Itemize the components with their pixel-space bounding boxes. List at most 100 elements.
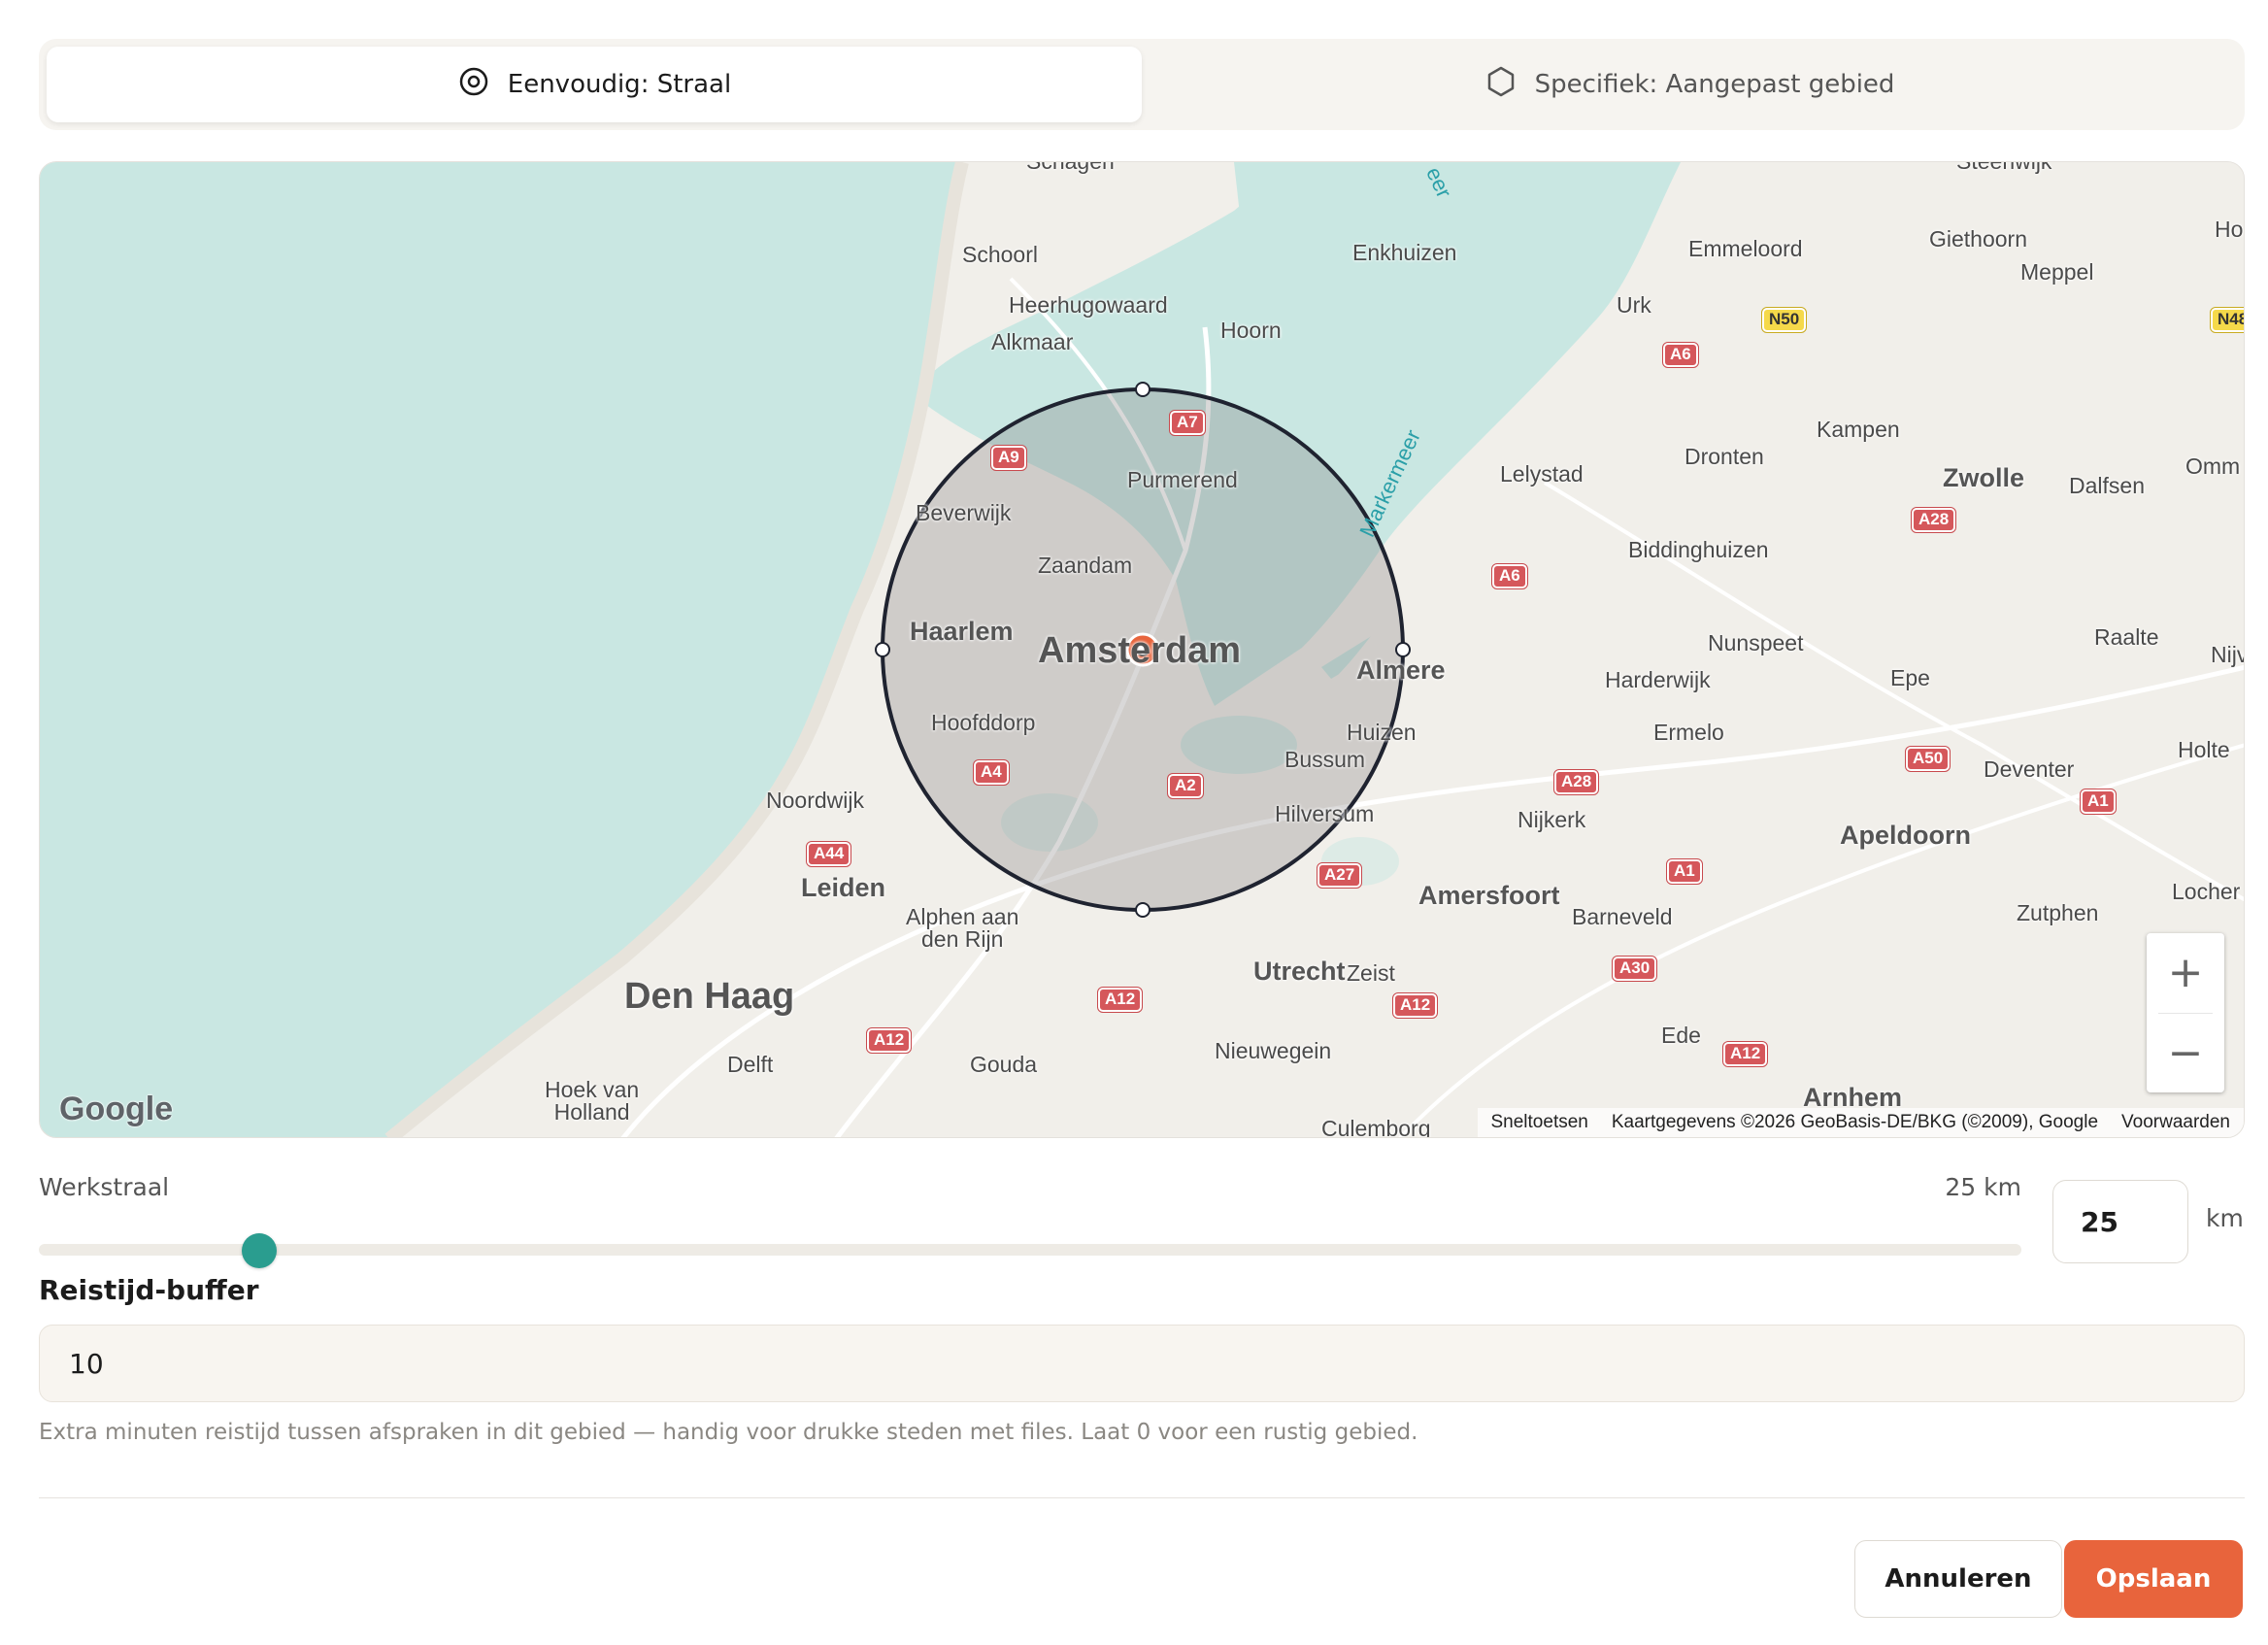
radius-resize-handle[interactable] (875, 642, 890, 657)
place-label: Beverwijk (916, 500, 1012, 525)
place-label: Utrecht (1253, 957, 1346, 986)
place-label: Ede (1661, 1023, 1701, 1048)
place-label: Apeldoorn (1840, 821, 1971, 850)
place-label: Omm (2185, 453, 2241, 479)
place-label: Bussum (1284, 747, 1366, 772)
place-label: Nijv (2211, 642, 2245, 667)
road-shield: A28 (1552, 769, 1600, 795)
road-shield: A50 (1904, 746, 1951, 772)
place-label: Alphen aan den Rijn (906, 904, 1019, 952)
place-label: Zutphen (2017, 900, 2099, 925)
road-shield: A44 (805, 841, 852, 867)
map-attribution: Sneltoetsen Kaartgegevens ©2026 GeoBasis… (1477, 1108, 2244, 1137)
place-label: Nunspeet (1708, 630, 1804, 655)
radius-resize-handle[interactable] (1395, 642, 1411, 657)
place-label: Dronten (1684, 444, 1764, 469)
place-label: Meppel (2020, 259, 2094, 285)
road-shield: A7 (1169, 410, 1206, 436)
place-label: Zaandam (1038, 553, 1133, 578)
service-area-editor: Eenvoudig: Straal Specifiek: Aangepast g… (0, 0, 2268, 1645)
map[interactable]: Schagen Steenwijk Schoorl Enkhuizen Emme… (39, 161, 2245, 1138)
radius-unit: km (2206, 1204, 2244, 1232)
radius-input[interactable]: 25 (2052, 1180, 2188, 1263)
place-label: Leiden (801, 873, 886, 902)
radius-display: 25 km (1945, 1173, 2021, 1201)
road-shield: N50 (1760, 307, 1808, 333)
place-label: Ho (2215, 217, 2244, 242)
road-shield: N48 (2209, 307, 2244, 333)
map-data-attribution: Kaartgegevens ©2026 GeoBasis-DE/BKG (©20… (1611, 1112, 2099, 1132)
radius-resize-handle[interactable] (1135, 382, 1151, 397)
place-label: Den Haag (624, 976, 795, 1017)
place-label: Zeist (1347, 960, 1395, 986)
place-label: Ermelo (1653, 720, 1724, 745)
place-label: Zwolle (1943, 463, 2025, 492)
place-label: Urk (1617, 292, 1651, 318)
place-label: Deventer (1984, 756, 2075, 782)
road-shield: A4 (973, 759, 1010, 786)
place-label: Kampen (1817, 417, 1900, 442)
place-label: Almere (1356, 655, 1446, 685)
save-button[interactable]: Opslaan (2064, 1540, 2243, 1618)
place-label: Nijkerk (1518, 807, 1586, 832)
road-shield: A28 (1910, 507, 1957, 533)
road-shield: A1 (2080, 789, 2117, 815)
place-label: Epe (1890, 665, 1930, 690)
place-label-amsterdam: Amsterdam (1038, 630, 1242, 671)
place-label: Arnhem (1803, 1083, 1903, 1112)
tab-custom-area-label: Specifiek: Aangepast gebied (1534, 70, 1895, 99)
place-label: Dalfsen (2069, 473, 2145, 498)
place-label: Barneveld (1572, 904, 1673, 929)
buffer-label: Reistijd-buffer (39, 1274, 259, 1306)
radius-label: Werkstraal (39, 1173, 170, 1201)
place-label: Nieuwegein (1215, 1038, 1332, 1063)
place-label: Locher (2172, 879, 2241, 904)
terms-link[interactable]: Voorwaarden (2121, 1112, 2230, 1133)
divider (39, 1497, 2245, 1498)
place-label: Raalte (2094, 624, 2159, 650)
place-label: Hoofddorp (931, 710, 1036, 735)
tab-custom-area[interactable]: Specifiek: Aangepast gebied (1142, 47, 2237, 122)
radius-slider-thumb[interactable] (242, 1233, 278, 1268)
road-shield: A9 (990, 445, 1027, 471)
zoom-in-button[interactable]: + (2147, 933, 2224, 1013)
road-shield: A12 (1721, 1041, 1769, 1067)
place-label: Heerhugowaard (1009, 292, 1168, 318)
tab-radius-label: Eenvoudig: Straal (507, 70, 732, 99)
road-shield: A12 (1096, 987, 1144, 1013)
radius-resize-handle[interactable] (1135, 902, 1151, 918)
road-shield: A2 (1167, 773, 1204, 799)
place-label: Lelystad (1500, 461, 1584, 487)
place-label: Giethoorn (1929, 226, 2028, 252)
place-label: Enkhuizen (1352, 240, 1457, 265)
place-label: Hoek van Holland (545, 1077, 640, 1125)
road-shield: A12 (865, 1027, 913, 1054)
place-label: Haarlem (910, 617, 1014, 646)
place-label: Schoorl (962, 242, 1038, 267)
radius-slider-track[interactable] (39, 1244, 2021, 1256)
buffer-input[interactable]: 10 (39, 1325, 2245, 1402)
place-label: Huizen (1347, 720, 1417, 745)
place-label: Purmerend (1127, 467, 1238, 492)
place-label: Alkmaar (991, 329, 1074, 354)
place-label: Amersfoort (1418, 881, 1560, 910)
place-label: Hilversum (1275, 801, 1375, 826)
tab-radius[interactable]: Eenvoudig: Straal (47, 47, 1142, 122)
buffer-hint: Extra minuten reistijd tussen afspraken … (39, 1420, 1418, 1445)
place-label: Steenwijk (1956, 161, 2052, 174)
radius-target-icon (457, 65, 490, 105)
area-mode-tabs: Eenvoudig: Straal Specifiek: Aangepast g… (39, 39, 2245, 130)
place-label: Noordwijk (766, 788, 864, 813)
zoom-out-button[interactable]: − (2147, 1014, 2224, 1093)
place-label: Gouda (970, 1052, 1038, 1077)
google-logo: Google (59, 1091, 174, 1127)
place-label: Schagen (1026, 161, 1115, 174)
place-label: Culemborg (1321, 1116, 1431, 1138)
hexagon-icon (1484, 65, 1518, 105)
map-zoom-control: + − (2147, 933, 2224, 1092)
place-label: Harderwijk (1605, 667, 1711, 692)
place-label: Holte (2178, 737, 2230, 762)
keyboard-shortcuts-link[interactable]: Sneltoetsen (1491, 1112, 1588, 1133)
place-label: Delft (727, 1052, 774, 1077)
cancel-button[interactable]: Annuleren (1854, 1540, 2062, 1618)
